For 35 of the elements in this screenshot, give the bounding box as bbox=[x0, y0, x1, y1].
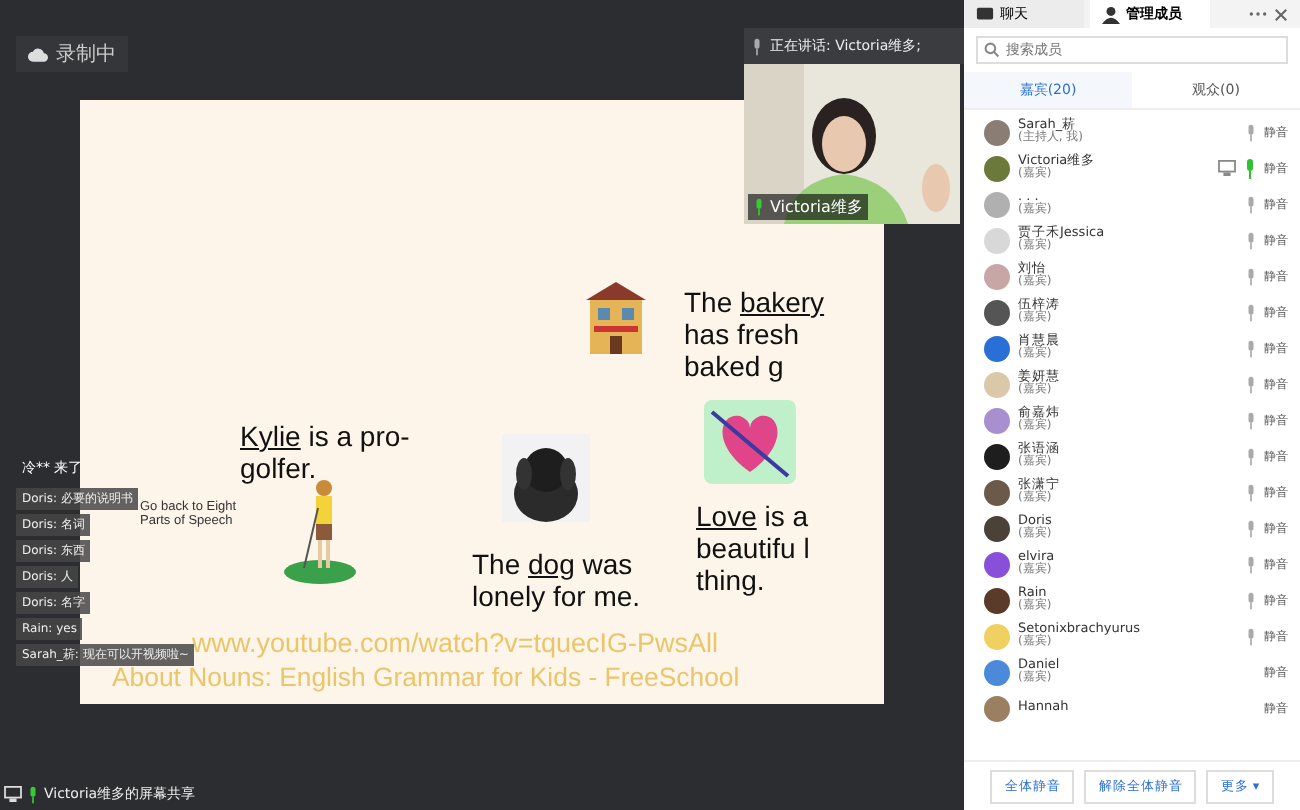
close-icon[interactable] bbox=[1274, 7, 1288, 21]
heart-drawing bbox=[700, 396, 800, 488]
chat-icon bbox=[976, 5, 994, 23]
microphone-icon bbox=[752, 37, 762, 55]
video-name-label: Victoria维多 bbox=[748, 194, 869, 220]
microphone-icon bbox=[28, 785, 38, 803]
person-icon bbox=[1102, 5, 1120, 23]
microphone-icon[interactable] bbox=[1246, 411, 1256, 429]
slide-sentence: Kylie is a pro-golfer. bbox=[240, 420, 412, 485]
microphone-icon[interactable] bbox=[1246, 591, 1256, 609]
microphone-icon bbox=[754, 198, 764, 216]
slide-sentence: The dog was lonely for me. bbox=[472, 548, 643, 613]
cloud-icon bbox=[28, 47, 48, 61]
microphone-icon[interactable] bbox=[1246, 303, 1256, 321]
search-icon bbox=[984, 42, 1000, 58]
microphone-icon[interactable] bbox=[1246, 519, 1256, 537]
recording-badge: 录制中 bbox=[16, 36, 128, 72]
slide-sentence: The bakery has fresh baked g bbox=[684, 286, 827, 383]
microphone-icon[interactable] bbox=[1246, 339, 1256, 357]
source-url: www.youtube.com/watch?v=tquecIG-PwsAll bbox=[192, 628, 718, 662]
microphone-icon[interactable] bbox=[1246, 231, 1256, 249]
microphone-icon[interactable] bbox=[1246, 447, 1256, 465]
microphone-icon[interactable] bbox=[1246, 627, 1256, 645]
source-title: About Nouns: English Grammar for Kids - FreeSchool bbox=[112, 661, 740, 695]
monitor-icon bbox=[4, 786, 22, 802]
microphone-icon[interactable] bbox=[1246, 267, 1256, 285]
slide-sentence: Love is a beautifu l thing. bbox=[696, 500, 812, 597]
microphone-icon[interactable] bbox=[1246, 555, 1256, 573]
microphone-icon[interactable] bbox=[1246, 375, 1256, 393]
bakery-drawing bbox=[582, 280, 650, 356]
microphone-icon[interactable] bbox=[1246, 195, 1256, 213]
microphone-icon[interactable] bbox=[1246, 123, 1256, 141]
microphone-icon[interactable] bbox=[1244, 157, 1256, 179]
microphone-icon[interactable] bbox=[1246, 483, 1256, 501]
more-icon[interactable] bbox=[1248, 10, 1268, 18]
